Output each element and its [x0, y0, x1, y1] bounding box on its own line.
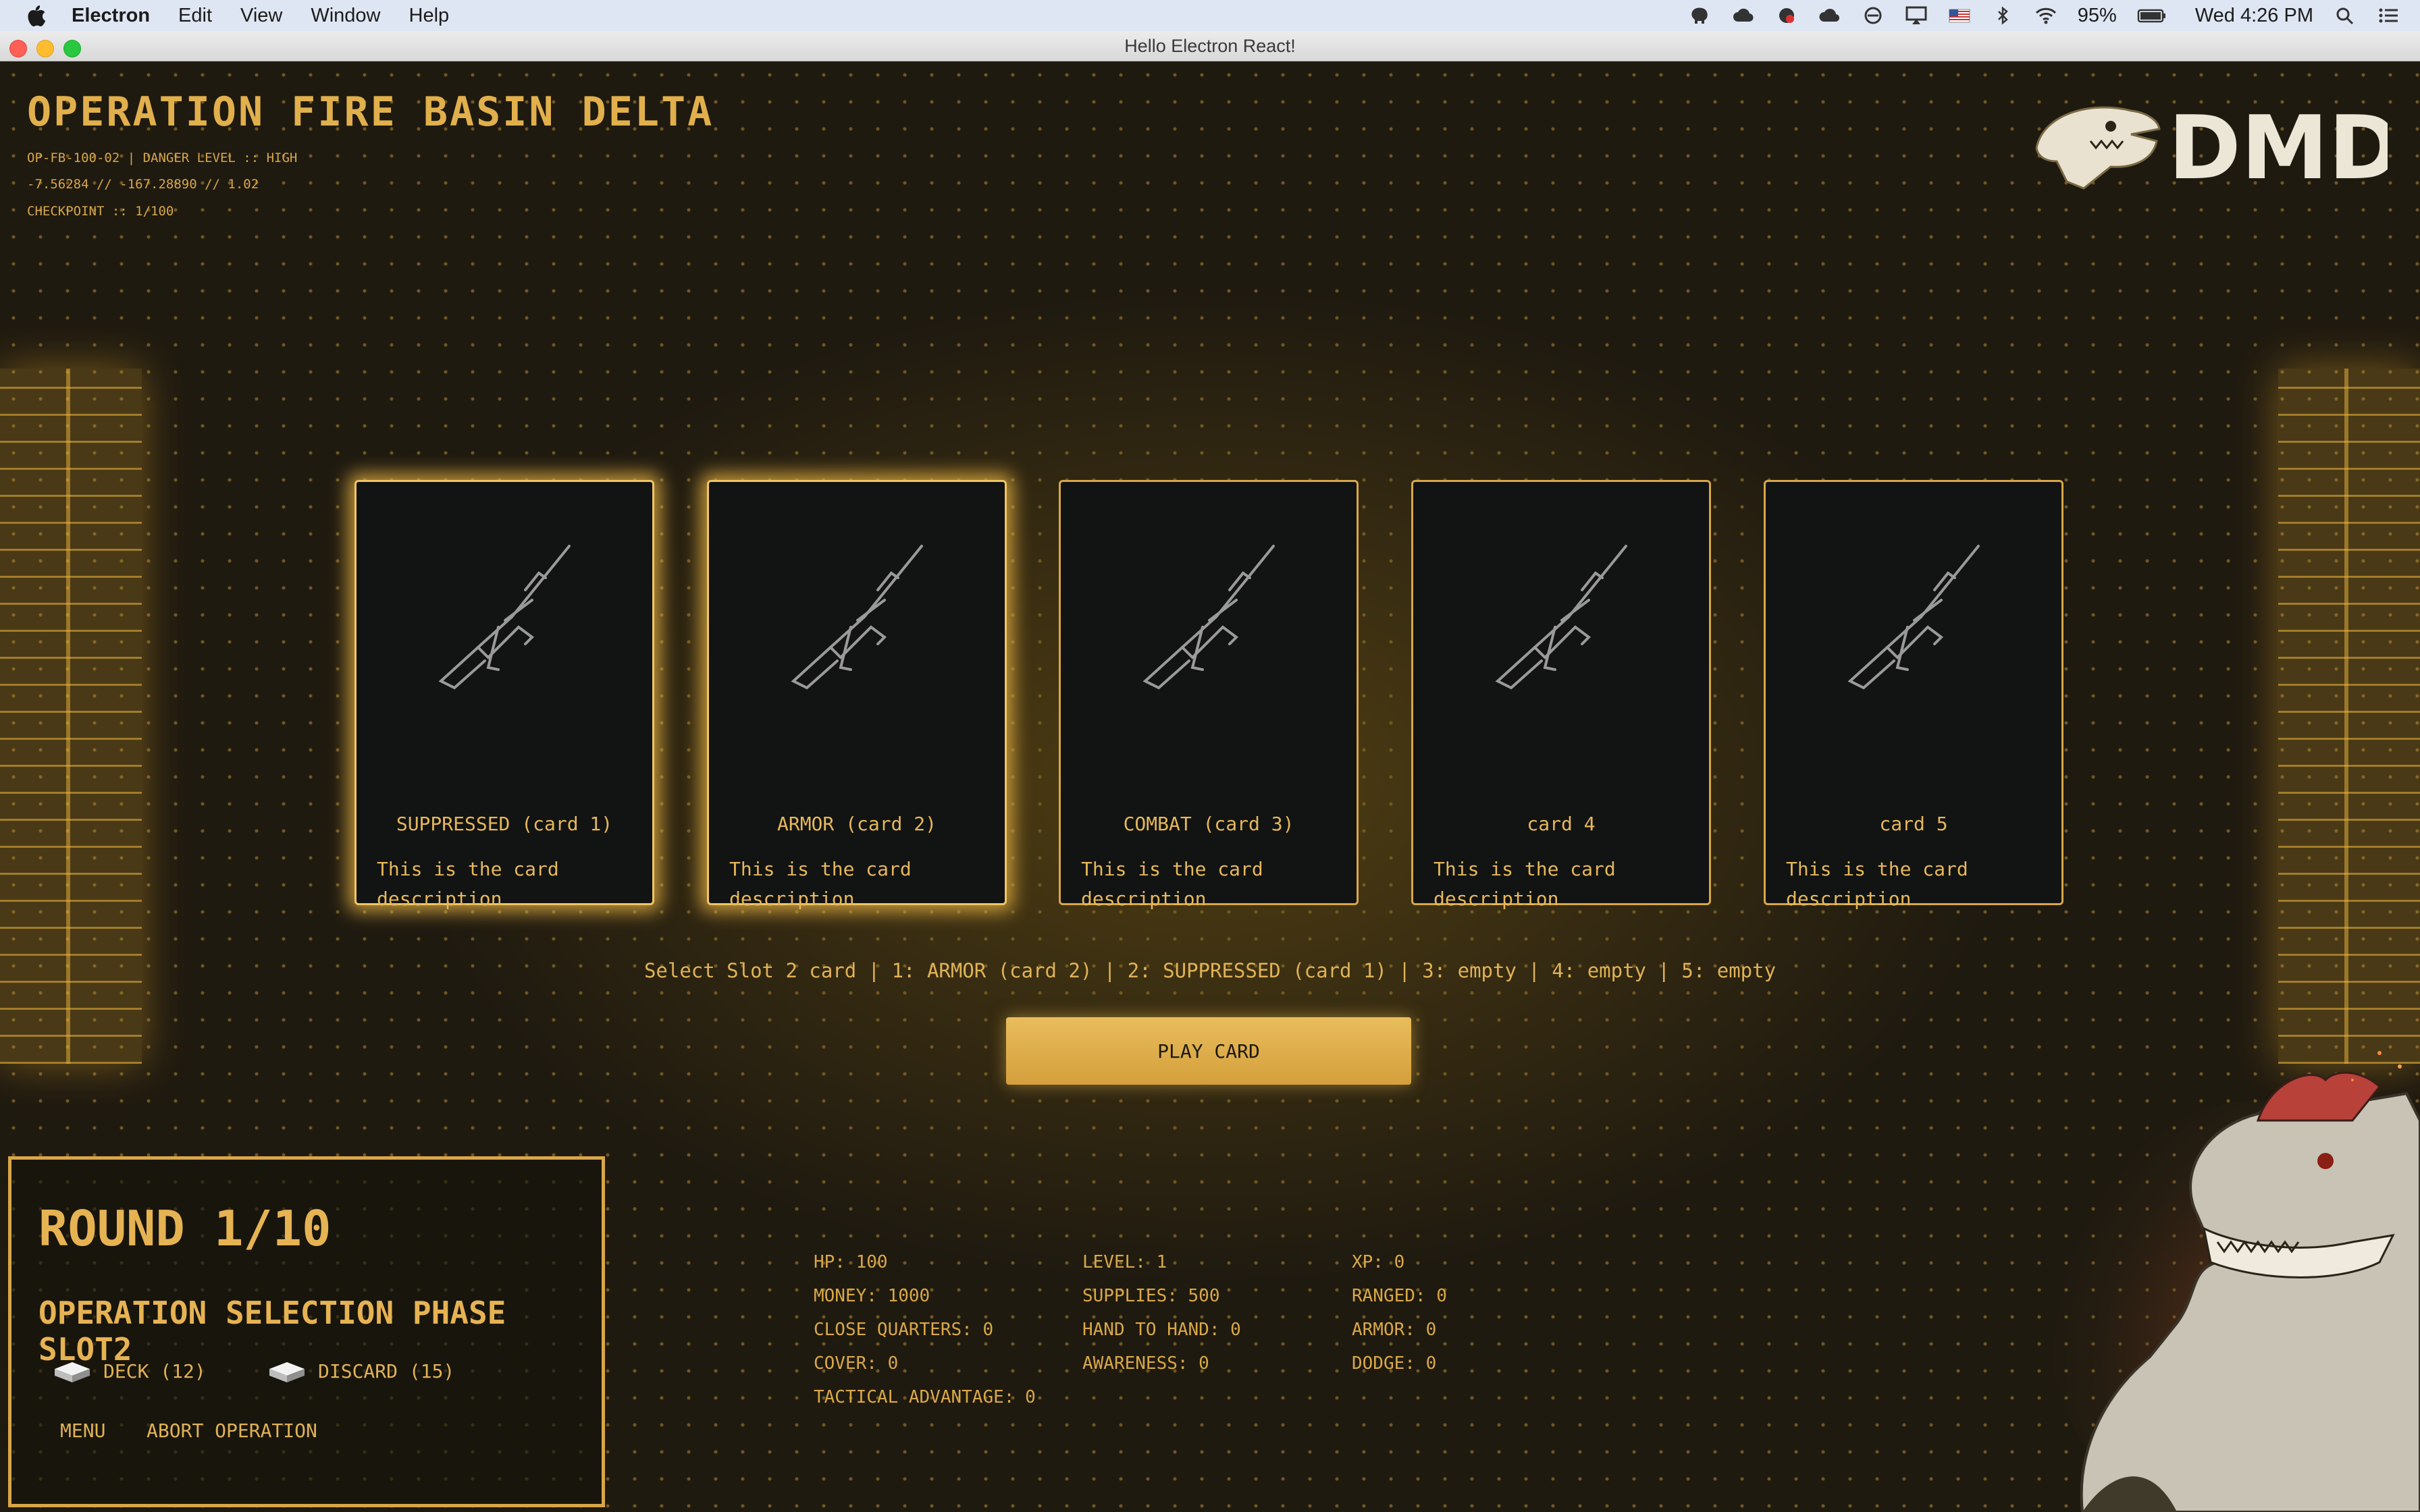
stat-value: LEVEL: 1: [1082, 1252, 1167, 1272]
cloud-icon[interactable]: [1818, 5, 1841, 26]
discard-icon: [269, 1362, 305, 1382]
stat-value: CLOSE QUARTERS: 0: [814, 1320, 994, 1340]
operation-id: OP-FB-100-02 | DANGER LEVEL :: HIGH: [27, 151, 298, 165]
menu-button[interactable]: MENU: [60, 1420, 105, 1442]
card[interactable]: card 4 This is the card description: [1411, 480, 1711, 910]
rifle-icon: [438, 545, 571, 690]
deck-label: DECK (12): [103, 1359, 206, 1382]
battery-icon[interactable]: [2137, 5, 2167, 26]
stat-value: AWARENESS: 0: [1082, 1353, 1209, 1374]
card-description: This is the card description: [377, 858, 559, 910]
window-close-button[interactable]: [9, 40, 27, 57]
card[interactable]: card 5 This is the card description: [1764, 480, 2063, 910]
stat-value: RANGED: 0: [1352, 1286, 1447, 1306]
card-name: COMBAT (card 3): [1123, 813, 1294, 835]
do-not-disturb-icon[interactable]: [1862, 5, 1885, 26]
cloud-sync-icon[interactable]: [1732, 5, 1755, 26]
stat-value: HP: 100: [814, 1252, 888, 1272]
card-description: This is the card description: [1081, 858, 1263, 910]
rifle-icon: [1495, 545, 1627, 690]
play-card-button[interactable]: PLAY CARD: [1006, 1017, 1411, 1085]
window-title: Hello Electron React!: [1124, 36, 1296, 56]
menu-app-name[interactable]: Electron: [72, 5, 150, 27]
stat-value: HAND TO HAND: 0: [1082, 1320, 1241, 1340]
abort-operation-button[interactable]: ABORT OPERATION: [147, 1420, 317, 1442]
card-description: This is the card description: [729, 858, 912, 910]
stat-value: ARMOR: 0: [1352, 1320, 1437, 1340]
dinosaur-portrait: [2049, 1051, 2420, 1512]
us-flag-icon[interactable]: [1948, 5, 1971, 26]
apple-icon[interactable]: [26, 4, 46, 27]
deck-pile[interactable]: DECK (12): [52, 1355, 206, 1386]
menu-clock[interactable]: Wed 4:26 PM: [2195, 5, 2313, 27]
spotlight-search-icon[interactable]: [2334, 5, 2357, 26]
stat-value: DODGE: 0: [1352, 1353, 1437, 1374]
stat-value: TACTICAL ADVANTAGE: 0: [814, 1387, 1036, 1407]
notification-center-icon[interactable]: [2377, 5, 2400, 26]
slot-status-line: Select Slot 2 card | 1: ARMOR (card 2) |…: [643, 959, 1777, 982]
rifle-icon: [791, 545, 923, 690]
deck-icon: [55, 1362, 90, 1382]
stat-value: XP: 0: [1352, 1252, 1405, 1272]
bluetooth-icon[interactable]: [1991, 5, 2014, 26]
operation-coordinates: -7.56284 // -167.28890 // 1.02: [27, 177, 259, 192]
menu-view[interactable]: View: [240, 5, 282, 27]
window-zoom-button[interactable]: [63, 40, 81, 57]
card-name: SUPPRESSED (card 1): [396, 813, 613, 835]
status-tray: 95% Wed 4:26 PM: [1689, 0, 2400, 31]
creative-cloud-icon[interactable]: [1775, 5, 1798, 26]
discard-label: DISCARD (15): [318, 1359, 455, 1382]
card[interactable]: SUPPRESSED (card 1) This is the card desc…: [354, 480, 654, 910]
battery-percent: 95%: [2077, 4, 2117, 26]
menu-window[interactable]: Window: [311, 5, 380, 27]
operation-checkpoint: CHECKPOINT :: 1/100: [27, 204, 174, 219]
game-screen: OPERATION FIRE BASIN DELTA OP-FB-100-02 …: [0, 61, 2420, 1512]
dmdc-logo: DMDC: [2035, 97, 2388, 199]
discard-pile[interactable]: DISCARD (15): [267, 1355, 454, 1386]
card[interactable]: COMBAT (card 3) This is the card descript…: [1059, 480, 1359, 910]
card-description: This is the card description: [1786, 858, 1968, 910]
card-name: ARMOR (card 2): [777, 813, 937, 835]
stat-value: COVER: 0: [814, 1353, 899, 1374]
card-name: card 5: [1879, 813, 1948, 835]
wifi-icon[interactable]: [2034, 5, 2057, 26]
operation-title: OPERATION FIRE BASIN DELTA: [27, 88, 714, 136]
menu-bar: Electron Edit View Window Help 95% Wed 4…: [0, 0, 2420, 31]
dmdc-logo-text: DMDC: [2168, 97, 2388, 199]
card[interactable]: ARMOR (card 2) This is the card descripti…: [707, 480, 1007, 910]
stat-value: SUPPLIES: 500: [1082, 1286, 1220, 1306]
card-name: card 4: [1527, 813, 1596, 835]
window-minimize-button[interactable]: [36, 40, 54, 57]
rifle-icon: [1142, 545, 1275, 690]
round-counter: ROUND 1/10: [38, 1200, 332, 1257]
card-description: This is the card description: [1433, 858, 1616, 910]
elephant-icon[interactable]: [1689, 5, 1712, 26]
airplay-icon[interactable]: [1905, 5, 1928, 26]
window-title-bar: Hello Electron React!: [0, 31, 2420, 61]
rifle-icon: [1847, 545, 1980, 690]
menu-edit[interactable]: Edit: [178, 5, 212, 27]
round-panel: ROUND 1/10 OPERATION SELECTION PHASE SLO…: [8, 1156, 605, 1507]
menu-help[interactable]: Help: [409, 5, 450, 27]
stat-value: MONEY: 1000: [814, 1286, 930, 1306]
